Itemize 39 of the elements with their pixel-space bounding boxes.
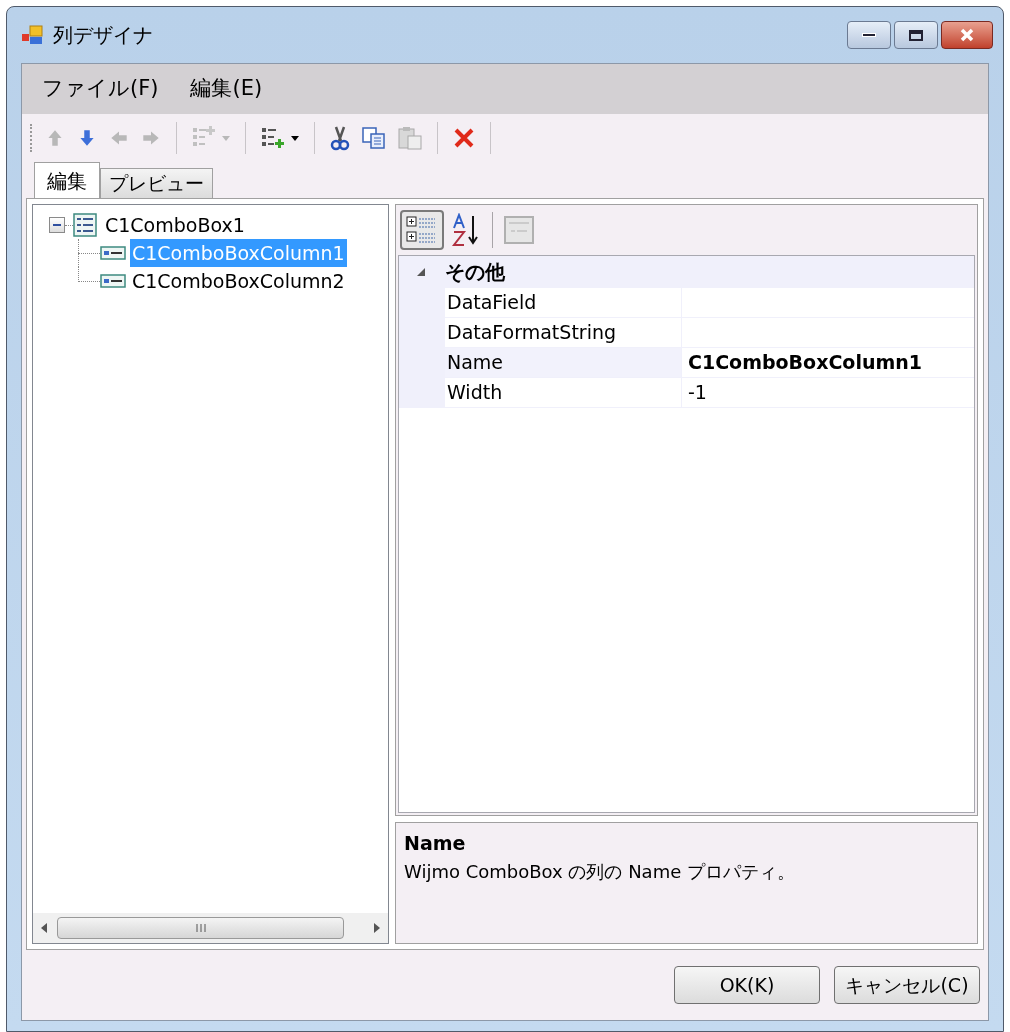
scissors-icon[interactable] — [329, 125, 351, 151]
sort-az-icon — [451, 213, 481, 247]
collapse-toggle[interactable] — [49, 217, 65, 233]
property-pages-icon — [503, 215, 535, 245]
maximize-button[interactable] — [894, 21, 938, 49]
copy-icon[interactable] — [361, 126, 387, 150]
tab[interactable]: プレビュー — [100, 168, 213, 198]
column-icon — [100, 246, 126, 260]
cancel-button[interactable]: キャンセル(C) — [834, 966, 980, 1004]
tab[interactable]: 編集 — [34, 162, 100, 198]
dropdown-arrow-icon[interactable] — [290, 134, 300, 142]
menu-item[interactable]: 編集(E) — [190, 73, 263, 105]
categorized-button[interactable] — [400, 210, 444, 250]
column-icon — [100, 274, 126, 288]
property-name[interactable]: DataField — [445, 288, 681, 317]
property-name[interactable]: DataFormatString — [445, 318, 681, 347]
app-icon — [21, 24, 45, 46]
horizontal-scrollbar[interactable] — [33, 913, 388, 943]
ok-button[interactable]: OK(K) — [674, 966, 820, 1004]
description-text: Wijmo ComboBox の列の Name プロパティ。 — [404, 859, 796, 884]
property-value[interactable]: C1ComboBoxColumn1 — [682, 348, 974, 377]
tree-node[interactable]: C1ComboBoxColumn2 — [130, 266, 347, 296]
add-list-icon[interactable] — [260, 125, 286, 151]
property-name[interactable]: Width — [445, 378, 681, 407]
close-icon — [959, 28, 975, 42]
delete-icon[interactable] — [452, 126, 476, 150]
expand-triangle-icon[interactable] — [415, 266, 427, 278]
window-title: 列デザイナ — [53, 22, 153, 49]
property-value[interactable]: -1 — [682, 378, 974, 407]
scroll-right-icon[interactable] — [372, 922, 382, 934]
close-button[interactable] — [941, 21, 993, 49]
menu-item[interactable]: ファイル(F) — [42, 73, 159, 105]
tree-node[interactable]: C1ComboBox1 — [103, 210, 247, 240]
scroll-left-icon[interactable] — [39, 922, 49, 934]
scrollbar-thumb[interactable] — [57, 917, 344, 939]
list-icon — [73, 213, 97, 237]
description-title: Name — [404, 831, 467, 856]
category-label: その他 — [445, 259, 505, 286]
minimize-button[interactable] — [847, 21, 891, 49]
